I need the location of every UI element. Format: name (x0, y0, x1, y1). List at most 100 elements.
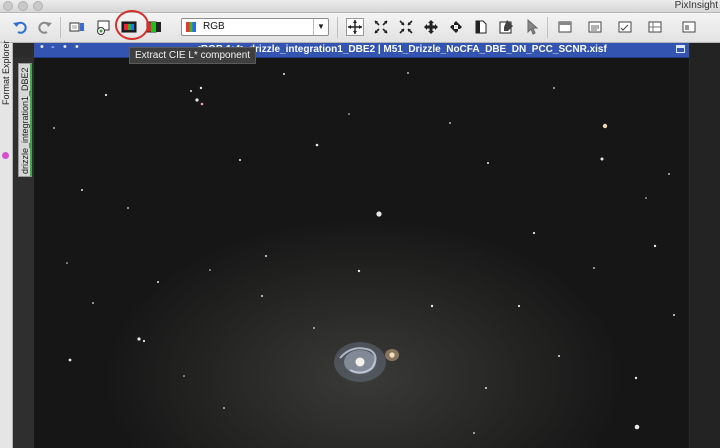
preview-button[interactable] (472, 18, 490, 36)
check-window-icon (618, 21, 632, 33)
star (376, 211, 382, 217)
window-icon (558, 21, 572, 33)
rgb-combination-icon (97, 20, 110, 35)
star (449, 122, 451, 124)
star (223, 407, 225, 409)
redo-icon (38, 21, 52, 34)
script-button[interactable] (616, 18, 634, 36)
crosshair-icon (348, 20, 362, 34)
star (558, 355, 560, 357)
grid-window-icon (648, 21, 662, 33)
star (104, 93, 108, 97)
preview-icon (475, 20, 487, 34)
star (199, 86, 203, 90)
star (653, 244, 657, 248)
star (68, 358, 72, 362)
star (209, 269, 211, 271)
star (407, 72, 409, 74)
arrow-pointer-icon (527, 19, 539, 35)
star (92, 302, 94, 304)
cursor-button[interactable] (346, 18, 364, 36)
star (200, 102, 204, 106)
star (673, 314, 675, 316)
star (127, 207, 129, 209)
star (553, 87, 555, 89)
star (593, 267, 595, 269)
explorer-dot-icon (2, 152, 9, 159)
star (348, 113, 350, 115)
star (487, 162, 489, 164)
view-button[interactable] (646, 18, 664, 36)
window-minimize-icon[interactable]: • (63, 41, 67, 53)
main-toolbar: RGB ▼ (0, 13, 720, 43)
layout-icon (682, 21, 696, 33)
zoom-out-button[interactable] (397, 18, 415, 36)
zoom-in-button[interactable] (372, 18, 390, 36)
format-explorer-tab[interactable]: Format Explorer (1, 40, 11, 105)
star (261, 295, 263, 297)
tooltip: Extract CIE L* component (129, 47, 257, 64)
star (602, 123, 608, 129)
minimize-window-button[interactable] (18, 1, 28, 11)
window-shade-icon[interactable]: - (51, 41, 55, 53)
app-title: PixInsight (674, 0, 718, 11)
undo-button[interactable] (11, 18, 29, 36)
redo-button[interactable] (36, 18, 54, 36)
chevron-down-icon[interactable]: ▼ (313, 19, 328, 35)
window-titlebar: PixInsight (0, 0, 720, 13)
image-window: • - • • <RGB 1:4> drizzle_integration1_D… (34, 41, 689, 448)
pan-icon (424, 20, 438, 34)
star (195, 98, 199, 102)
expand-icon (374, 20, 388, 34)
star (265, 255, 267, 257)
star (668, 173, 670, 175)
image-canvas[interactable] (34, 58, 689, 448)
undo-icon (13, 21, 27, 34)
channel-select-value: RGB (203, 21, 225, 32)
star (137, 337, 141, 341)
process-button[interactable] (586, 18, 604, 36)
edit-button[interactable] (497, 18, 515, 36)
star (430, 304, 434, 308)
close-window-button[interactable] (3, 1, 13, 11)
highlight-circle (115, 10, 149, 40)
left-panel: Format Explorer (0, 40, 13, 448)
star (239, 159, 241, 161)
tool-button[interactable] (556, 18, 574, 36)
star (473, 432, 475, 434)
workspace-right-area (690, 43, 720, 448)
layout-button[interactable] (680, 18, 698, 36)
channel-select[interactable]: RGB ▼ (181, 18, 329, 36)
galaxy-m51 (334, 342, 399, 382)
star (634, 376, 638, 380)
move-icon (450, 21, 462, 33)
star (485, 387, 487, 389)
maximize-icon[interactable] (676, 45, 685, 53)
select-button[interactable] (522, 18, 540, 36)
pan-button[interactable] (422, 18, 440, 36)
star (634, 424, 640, 430)
star (53, 127, 55, 129)
star (357, 269, 361, 273)
edit-icon (499, 20, 513, 34)
image-window-title: <RGB 1:4> drizzle_integration1_DBE2 | M5… (195, 44, 607, 55)
zoom-window-button[interactable] (33, 1, 43, 11)
rgb-swatch-icon (186, 22, 196, 32)
shrink-icon (399, 20, 413, 34)
star (532, 231, 536, 235)
star (157, 281, 159, 283)
extract-rgb-button[interactable] (68, 18, 86, 36)
image-side-tab[interactable]: drizzle_integration1_DBE2 (18, 63, 32, 177)
star (142, 339, 146, 343)
rgb-combination-button[interactable] (94, 18, 112, 36)
image-side-tab-label: drizzle_integration1_DBE2 (20, 67, 30, 174)
star (313, 327, 315, 329)
window-maximize-dot-icon[interactable]: • (75, 41, 79, 53)
star (517, 304, 521, 308)
list-window-icon (588, 21, 602, 33)
star (283, 73, 285, 75)
star (66, 262, 68, 264)
star (183, 375, 185, 377)
readout-button[interactable] (447, 18, 465, 36)
window-close-icon[interactable]: • (40, 41, 44, 53)
